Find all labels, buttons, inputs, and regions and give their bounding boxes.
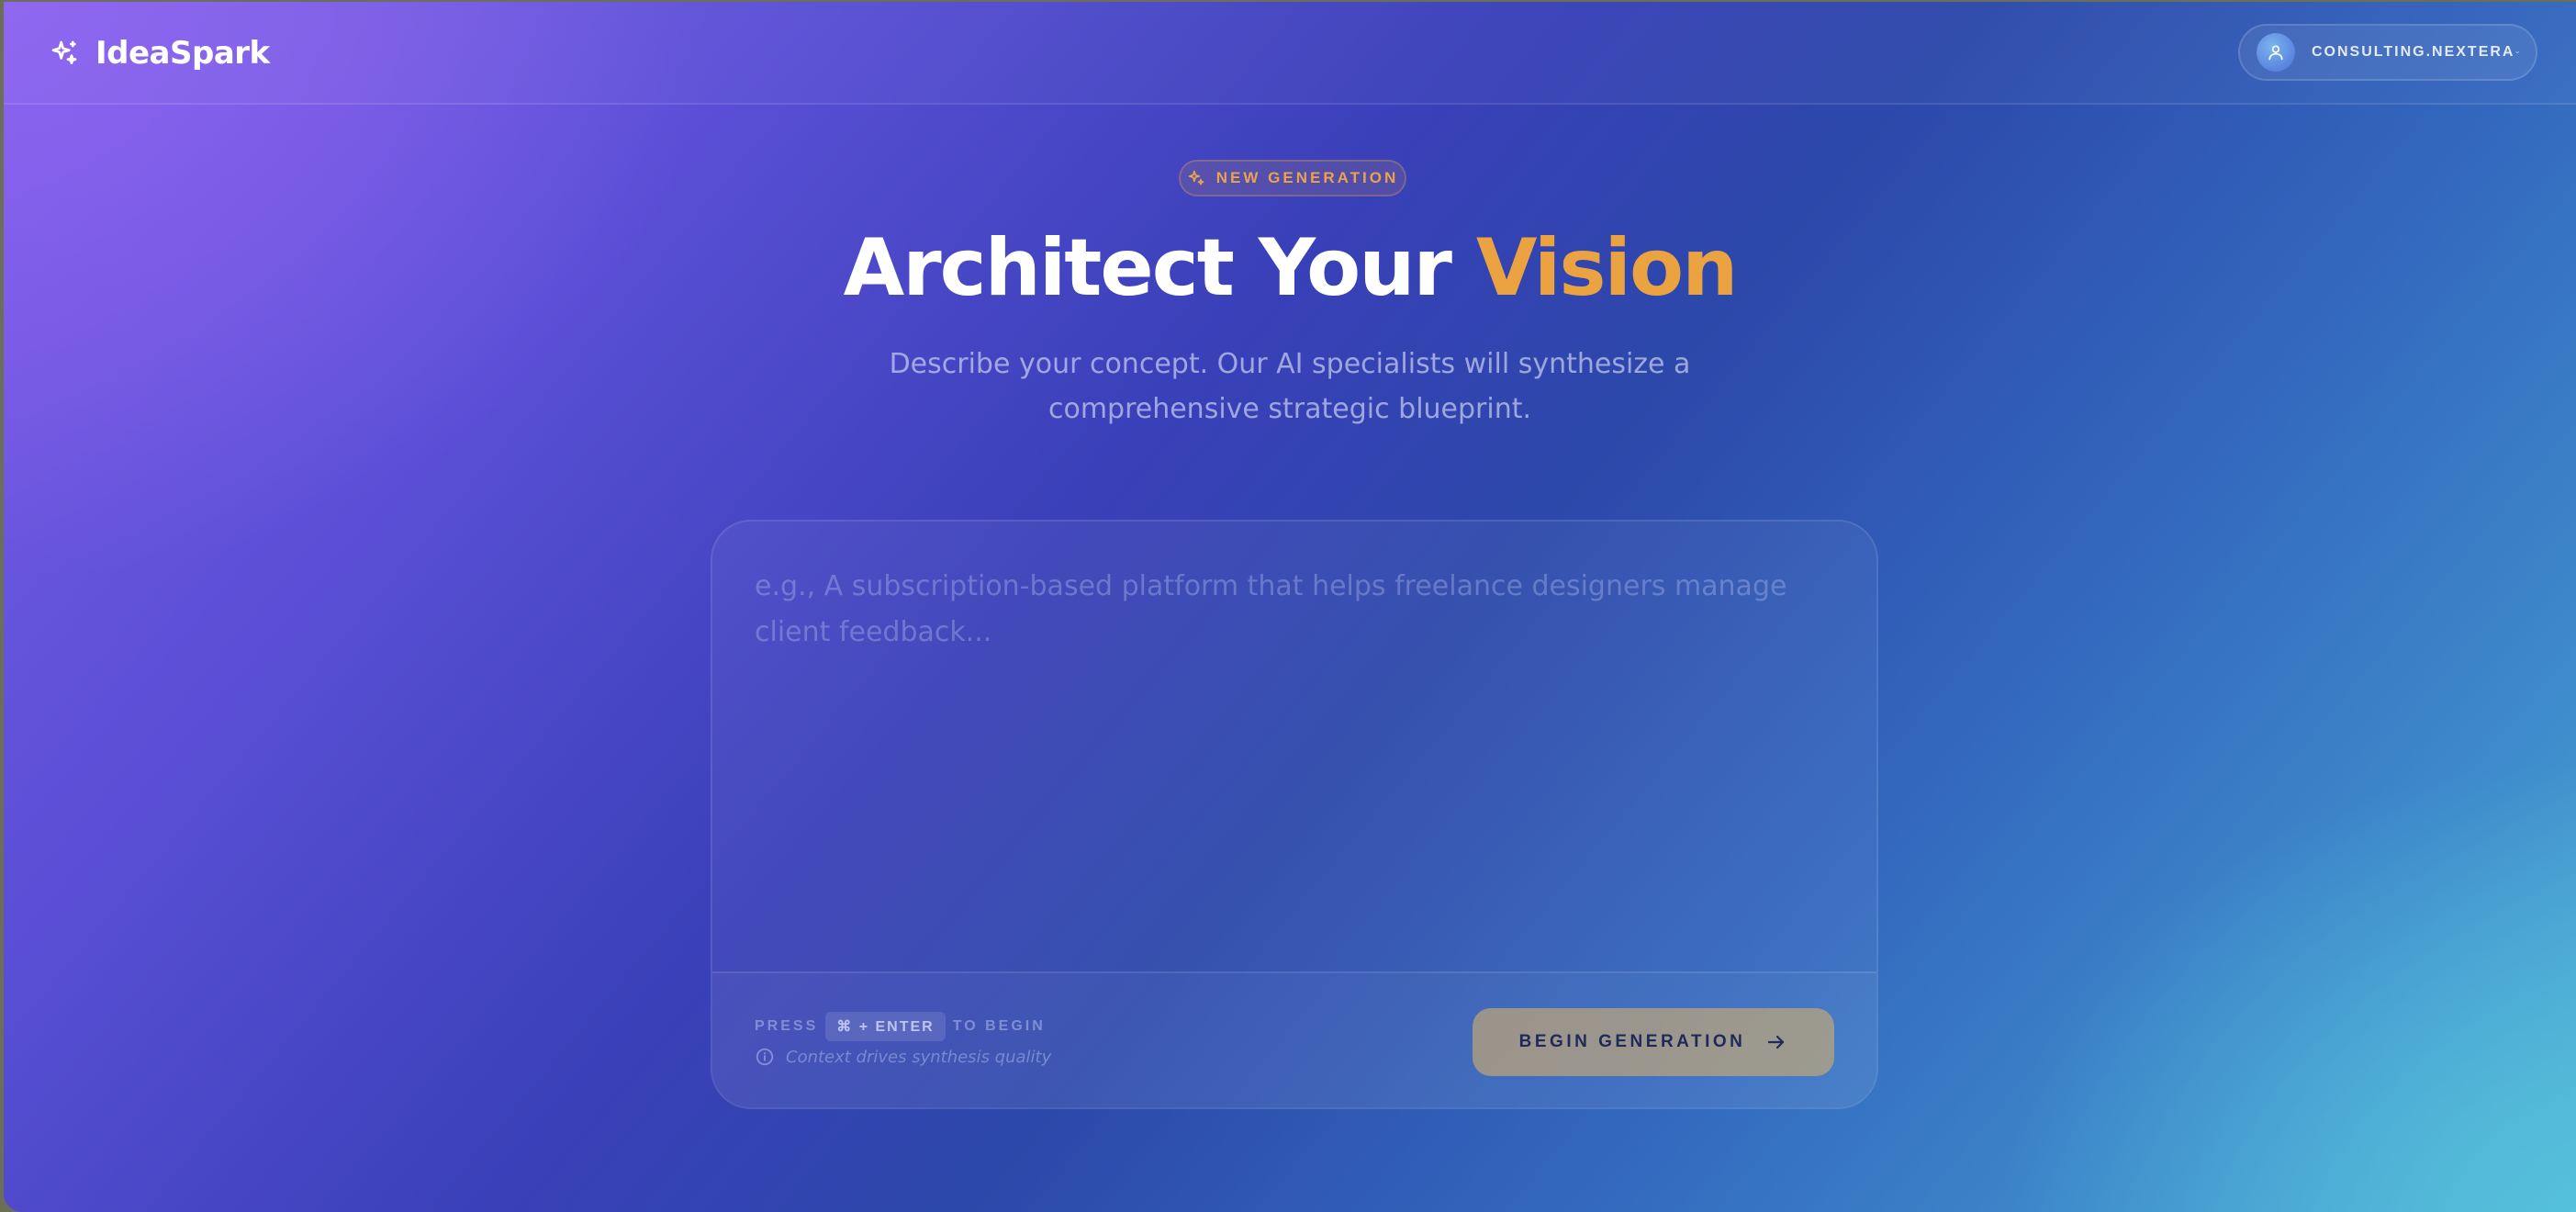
top-bar: IdeaSpark CONSULTING.NEXTERA [4, 2, 2576, 105]
hint-press: PRESS [755, 1018, 819, 1034]
page-title: Architect Your Vision [4, 222, 2576, 314]
keyboard-hint: PRESS ⌘ + ENTER TO BEGIN [755, 1012, 1046, 1041]
account-name: CONSULTING.NEXTERA [2312, 44, 2515, 60]
page-subtitle: Describe your concept. Our AI specialist… [889, 348, 1691, 425]
quality-note: Context drives synthesis quality [755, 1047, 1051, 1067]
new-generation-badge: NEW GENERATION [1179, 160, 1406, 196]
chevron-down-icon [2515, 50, 2520, 54]
begin-generation-label: BEGIN GENERATION [1518, 1032, 1746, 1051]
shortcut-keys: ⌘ + ENTER [825, 1012, 946, 1041]
brand-name: IdeaSpark [95, 35, 270, 72]
title-accent: Vision [1475, 222, 1738, 314]
arrow-right-icon [1768, 1035, 1785, 1049]
info-icon [756, 1048, 774, 1066]
brand-logo[interactable]: IdeaSpark [50, 35, 270, 72]
account-menu-button[interactable]: CONSULTING.NEXTERA [2238, 24, 2537, 81]
hint-to-begin: TO BEGIN [952, 1018, 1046, 1034]
avatar [2257, 33, 2295, 72]
title-main: Architect Your [843, 222, 1476, 314]
begin-generation-button[interactable]: BEGIN GENERATION [1473, 1008, 1834, 1076]
sparkles-icon [1188, 170, 1204, 185]
note-text: Context drives synthesis quality [786, 1047, 1052, 1067]
concept-input[interactable] [755, 564, 1829, 949]
user-icon [2268, 45, 2283, 61]
app-window: IdeaSpark CONSULTING.NEXTERA NEW GENERAT… [4, 2, 2576, 1212]
sparkles-icon [51, 40, 77, 64]
badge-label: NEW GENERATION [1215, 169, 1399, 186]
prompt-card: PRESS ⌘ + ENTER TO BEGIN Context drives … [711, 520, 1878, 1109]
prompt-footer: PRESS ⌘ + ENTER TO BEGIN Context drives … [712, 971, 1876, 1107]
